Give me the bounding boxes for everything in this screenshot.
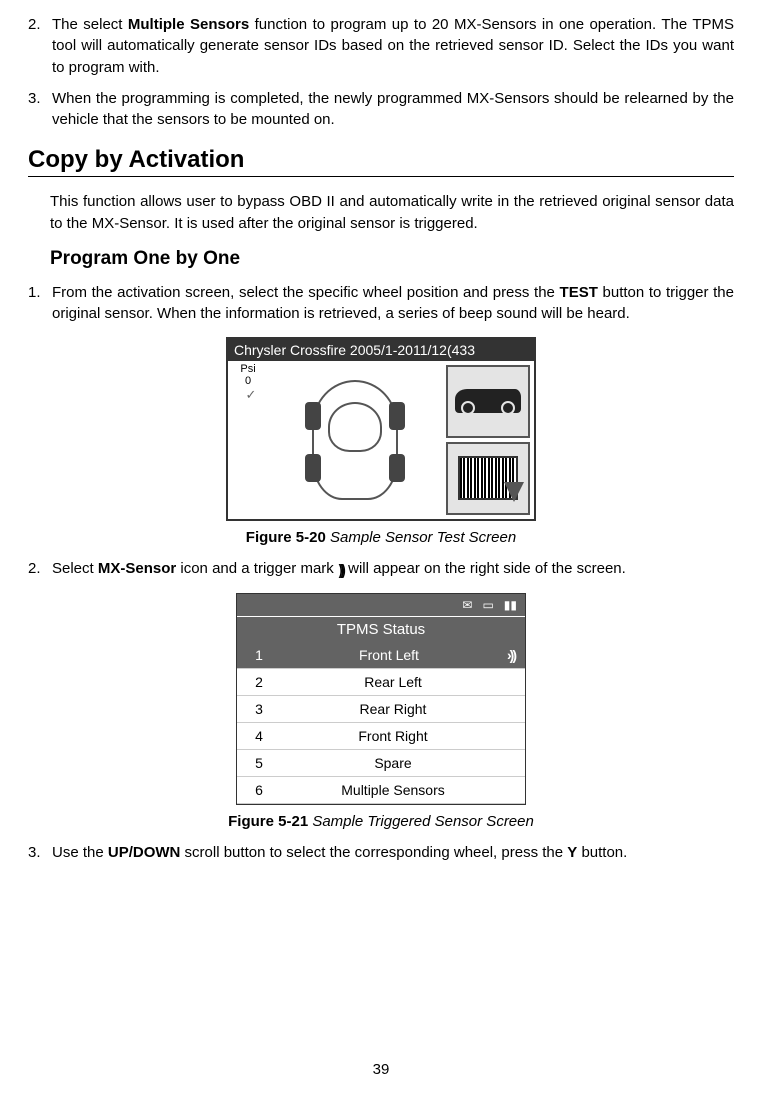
status-bar: ✉ ▭ ▮▮ — [237, 594, 525, 616]
list-item: 4Front Right — [237, 723, 525, 750]
right-panel — [442, 361, 534, 519]
row-label: Front Right — [271, 728, 515, 744]
tpms-title: TPMS Status — [237, 616, 525, 642]
device-title: Chrysler Crossfire 2005/1-2011/12(433 — [228, 339, 534, 361]
procedure-list-cont2: 3. Use the UP/DOWN scroll button to sele… — [52, 842, 734, 863]
list-item: 1. From the activation screen, select th… — [52, 282, 734, 325]
subsection-heading: Program One by One — [50, 248, 734, 270]
bold: Y — [567, 844, 577, 861]
text: When the programming is completed, the n… — [52, 90, 734, 128]
tpms-list: 1 Front Left ›)) 2Rear Left 3Rear Right … — [237, 642, 525, 804]
list-item: 1 Front Left ›)) — [237, 642, 525, 669]
row-number: 4 — [247, 728, 271, 744]
caption-label: Figure 5-21 — [228, 813, 308, 830]
text: icon and a trigger mark — [176, 560, 338, 577]
continued-list: 2. The select Multiple Sensors function … — [52, 14, 734, 130]
section-heading: Copy by Activation — [28, 146, 734, 177]
list-item: 5Spare — [237, 750, 525, 777]
figure-caption: Figure 5-20 Sample Sensor Test Screen — [28, 529, 734, 546]
page-number: 39 — [0, 1061, 762, 1078]
row-label: Rear Right — [271, 701, 515, 717]
row-label: Spare — [271, 755, 515, 771]
item-number: 2. — [28, 558, 41, 579]
car-top-view — [268, 361, 442, 519]
bold: UP/DOWN — [108, 844, 181, 861]
text: will appear on the right side of the scr… — [344, 560, 626, 577]
mail-icon: ✉ — [462, 598, 472, 612]
list-item: 3Rear Right — [237, 696, 525, 723]
device-screen: Chrysler Crossfire 2005/1-2011/12(433 Ps… — [226, 337, 536, 521]
item-number: 3. — [28, 842, 41, 863]
text: scroll button to select the correspondin… — [180, 844, 567, 861]
row-number: 2 — [247, 674, 271, 690]
list-item: 6Multiple Sensors — [237, 777, 525, 804]
list-item: 2. The select Multiple Sensors function … — [52, 14, 734, 78]
text: Select — [52, 560, 98, 577]
row-number: 5 — [247, 755, 271, 771]
intro-paragraph: This function allows user to bypass OBD … — [50, 191, 734, 234]
list-item: 2Rear Left — [237, 669, 525, 696]
signal-icon: ›)) — [507, 647, 515, 663]
psi-panel: Psi 0 ✓ — [228, 361, 268, 519]
list-item: 3. Use the UP/DOWN scroll button to sele… — [52, 842, 734, 863]
barcode-icon — [446, 442, 530, 515]
bold: MX-Sensor — [98, 560, 176, 577]
text: The select — [52, 16, 128, 33]
text: From the activation screen, select the s… — [52, 284, 560, 301]
text: button. — [577, 844, 627, 861]
signal-icon — [339, 560, 344, 581]
item-number: 2. — [28, 14, 41, 35]
row-label: Multiple Sensors — [271, 782, 515, 798]
list-item: 2. Select MX-Sensor icon and a trigger m… — [52, 558, 734, 581]
figure-2: ✉ ▭ ▮▮ TPMS Status 1 Front Left ›)) 2Rea… — [28, 593, 734, 830]
row-label: Rear Left — [271, 674, 515, 690]
psi-label: Psi — [230, 363, 266, 375]
figure-caption: Figure 5-21 Sample Triggered Sensor Scre… — [28, 813, 734, 830]
text: Use the — [52, 844, 108, 861]
device-body: Psi 0 ✓ — [228, 361, 534, 519]
item-number: 3. — [28, 88, 41, 109]
caption-text: Sample Sensor Test Screen — [326, 529, 516, 546]
figure-1: Chrysler Crossfire 2005/1-2011/12(433 Ps… — [28, 337, 734, 546]
car-outline-icon — [312, 380, 398, 500]
bold: Multiple Sensors — [128, 16, 249, 33]
car-side-icon — [446, 365, 530, 438]
row-number: 1 — [247, 647, 271, 663]
battery-icon: ▮▮ — [504, 598, 517, 612]
psi-value: 0 — [230, 375, 266, 387]
check-icon: ✓ — [236, 387, 266, 403]
card-icon: ▭ — [482, 598, 493, 612]
row-label: Front Left — [271, 647, 507, 663]
caption-label: Figure 5-20 — [246, 529, 326, 546]
item-number: 1. — [28, 282, 41, 303]
tpms-screen: ✉ ▭ ▮▮ TPMS Status 1 Front Left ›)) 2Rea… — [236, 593, 526, 805]
procedure-list-cont: 2. Select MX-Sensor icon and a trigger m… — [52, 558, 734, 581]
list-item: 3. When the programming is completed, th… — [52, 88, 734, 131]
procedure-list: 1. From the activation screen, select th… — [52, 282, 734, 325]
bold: TEST — [560, 284, 598, 301]
caption-text: Sample Triggered Sensor Screen — [308, 813, 534, 830]
row-number: 3 — [247, 701, 271, 717]
row-number: 6 — [247, 782, 271, 798]
